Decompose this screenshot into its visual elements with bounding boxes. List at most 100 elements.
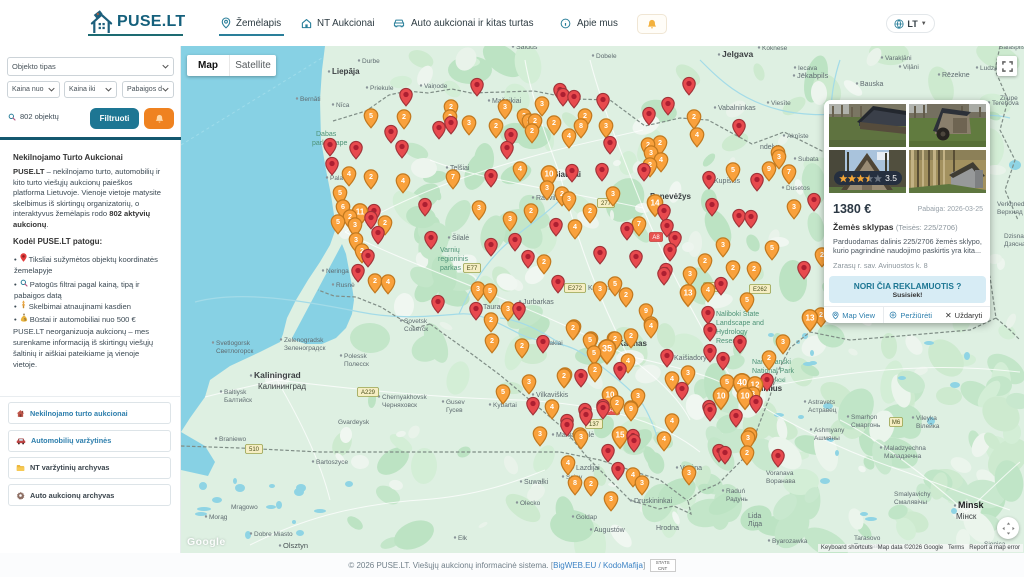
svg-text:Raduń: Raduń bbox=[726, 488, 746, 495]
svg-text:Радунь: Радунь bbox=[726, 496, 748, 503]
svg-text:3: 3 bbox=[354, 236, 358, 244]
svg-text:Svetlogorsk: Svetlogorsk bbox=[216, 340, 251, 347]
svg-text:3: 3 bbox=[746, 434, 750, 442]
svg-text:Goldap: Goldap bbox=[576, 514, 597, 521]
svg-text:2: 2 bbox=[489, 316, 493, 324]
svg-text:Gvardeysk: Gvardeysk bbox=[338, 419, 370, 426]
svg-text:regioninis: regioninis bbox=[438, 256, 468, 263]
svg-text:2: 2 bbox=[494, 122, 498, 130]
svg-text:40: 40 bbox=[737, 378, 747, 388]
svg-text:4: 4 bbox=[631, 471, 635, 479]
svg-text:Vileyka: Vileyka bbox=[916, 415, 937, 422]
svg-text:2: 2 bbox=[589, 480, 593, 488]
svg-text:Augustów: Augustów bbox=[594, 527, 626, 534]
svg-text:5: 5 bbox=[770, 244, 774, 252]
svg-text:Bauska: Bauska bbox=[860, 81, 883, 88]
svg-text:Maladzyechna: Maladzyechna bbox=[884, 445, 926, 452]
svg-text:Aknīste: Aknīste bbox=[787, 133, 809, 140]
svg-text:Мінск: Мінск bbox=[956, 512, 977, 521]
svg-text:Saldus: Saldus bbox=[516, 46, 538, 51]
svg-text:4: 4 bbox=[695, 131, 699, 139]
svg-text:Маладзечна: Маладзечна bbox=[884, 453, 922, 460]
svg-text:4: 4 bbox=[706, 286, 710, 294]
svg-text:2: 2 bbox=[529, 207, 533, 215]
svg-text:Kaliningrad: Kaliningrad bbox=[254, 370, 301, 380]
svg-text:3: 3 bbox=[579, 433, 583, 441]
svg-text:4: 4 bbox=[550, 403, 554, 411]
svg-text:4: 4 bbox=[626, 357, 630, 365]
svg-text:4: 4 bbox=[567, 132, 571, 140]
svg-text:Полесск: Полесск bbox=[344, 361, 369, 368]
svg-text:Jēkabpils: Jēkabpils bbox=[797, 71, 829, 80]
svg-text:Minsk: Minsk bbox=[958, 500, 985, 510]
svg-text:6: 6 bbox=[341, 203, 345, 211]
svg-text:3: 3 bbox=[527, 378, 531, 386]
svg-text:9: 9 bbox=[644, 307, 648, 315]
svg-text:Naliboki State: Naliboki State bbox=[716, 311, 759, 318]
svg-text:3: 3 bbox=[609, 495, 613, 503]
svg-text:Hydrology: Hydrology bbox=[716, 329, 748, 336]
svg-text:Varnių: Varnių bbox=[440, 247, 460, 254]
svg-text:9: 9 bbox=[767, 165, 771, 173]
svg-text:Lazdijai: Lazdijai bbox=[576, 465, 600, 472]
svg-text:2: 2 bbox=[520, 342, 524, 350]
svg-text:Olecko: Olecko bbox=[520, 500, 541, 507]
svg-text:Rusnė: Rusnė bbox=[336, 282, 355, 289]
svg-text:Ліда: Ліда bbox=[748, 520, 762, 528]
svg-text:Olsztyn: Olsztyn bbox=[283, 541, 308, 550]
svg-text:4: 4 bbox=[386, 278, 390, 286]
svg-text:Voranava: Voranava bbox=[766, 470, 794, 477]
svg-text:Kybartai: Kybartai bbox=[493, 402, 517, 409]
svg-text:National Park: National Park bbox=[752, 368, 795, 375]
svg-text:Смаргонь: Смаргонь bbox=[851, 422, 881, 429]
svg-text:A8: A8 bbox=[652, 235, 660, 241]
svg-text:Morąg: Morąg bbox=[209, 514, 228, 521]
svg-text:M6: M6 bbox=[892, 420, 901, 426]
svg-text:4: 4 bbox=[662, 435, 666, 443]
svg-text:10: 10 bbox=[716, 391, 726, 400]
svg-text:5: 5 bbox=[613, 280, 617, 288]
svg-text:Baltiysk: Baltiysk bbox=[224, 389, 247, 396]
svg-text:10: 10 bbox=[740, 391, 750, 400]
svg-text:E77: E77 bbox=[467, 266, 478, 272]
svg-text:Nīca: Nīca bbox=[336, 102, 350, 109]
svg-text:2: 2 bbox=[731, 264, 735, 272]
svg-text:Черняховск: Черняховск bbox=[382, 402, 417, 409]
svg-text:Chernyakhovsk: Chernyakhovsk bbox=[382, 394, 428, 401]
svg-text:Калининград: Калининград bbox=[258, 382, 306, 391]
svg-text:7: 7 bbox=[451, 173, 455, 181]
svg-text:15: 15 bbox=[615, 430, 625, 439]
svg-text:Ełk: Ełk bbox=[458, 535, 468, 542]
svg-text:Zelenogradsk: Zelenogradsk bbox=[284, 337, 324, 344]
svg-text:Braniewo: Braniewo bbox=[219, 436, 246, 443]
svg-text:Светлогорск: Светлогорск bbox=[216, 348, 253, 355]
svg-text:Viļāni: Viļāni bbox=[903, 64, 919, 71]
svg-text:2: 2 bbox=[552, 119, 556, 127]
svg-text:3: 3 bbox=[503, 103, 507, 111]
svg-text:Dobele: Dobele bbox=[596, 53, 617, 60]
svg-text:parkas: parkas bbox=[440, 265, 462, 272]
svg-text:510: 510 bbox=[249, 447, 260, 453]
svg-text:3: 3 bbox=[538, 430, 542, 438]
svg-text:Балтийск: Балтийск bbox=[224, 396, 252, 404]
svg-text:2: 2 bbox=[767, 354, 771, 362]
svg-text:Vaiņode: Vaiņode bbox=[424, 83, 448, 90]
svg-text:Jelgava: Jelgava bbox=[722, 49, 753, 59]
svg-text:2: 2 bbox=[530, 127, 534, 135]
svg-text:Vabalninkas: Vabalninkas bbox=[718, 105, 756, 112]
svg-text:2: 2 bbox=[703, 257, 707, 265]
svg-text:4: 4 bbox=[347, 170, 351, 178]
svg-text:2: 2 bbox=[629, 332, 633, 340]
svg-text:2: 2 bbox=[615, 399, 619, 407]
svg-text:3: 3 bbox=[649, 149, 653, 157]
svg-text:2: 2 bbox=[624, 291, 628, 299]
svg-text:Rēzekne: Rēzekne bbox=[942, 72, 970, 79]
svg-text:3: 3 bbox=[545, 184, 549, 192]
svg-text:8: 8 bbox=[579, 122, 583, 130]
svg-text:Верхняд: Верхняд bbox=[997, 209, 1023, 216]
svg-text:5: 5 bbox=[745, 296, 749, 304]
svg-text:Ashmyany: Ashmyany bbox=[814, 427, 845, 434]
svg-text:4: 4 bbox=[670, 417, 674, 425]
svg-text:Зеленоградск: Зеленоградск bbox=[284, 345, 326, 352]
svg-text:3: 3 bbox=[686, 369, 690, 377]
